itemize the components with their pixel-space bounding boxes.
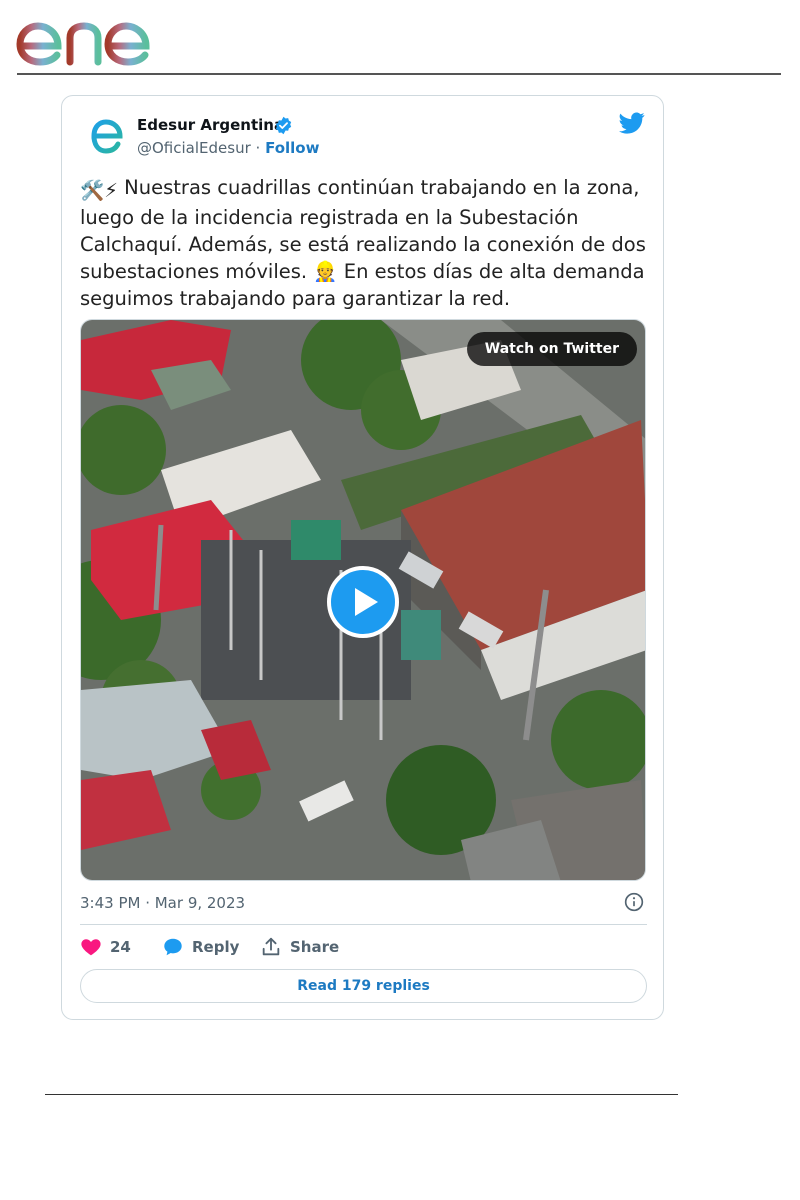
avatar[interactable] bbox=[84, 114, 128, 158]
share-button[interactable]: Share bbox=[260, 936, 339, 958]
tweet-card: Edesur Argentina @OficialEdesur · Follow… bbox=[61, 95, 664, 1020]
handle-separator: · bbox=[250, 139, 266, 157]
like-button[interactable]: 24 bbox=[80, 936, 131, 958]
tools-lightning-emoji: 🛠️⚡ bbox=[80, 179, 118, 202]
reply-bubble-icon bbox=[164, 938, 182, 956]
follow-link[interactable]: Follow bbox=[265, 139, 319, 157]
reply-label: Reply bbox=[192, 938, 240, 956]
share-icon bbox=[262, 937, 280, 956]
footer-divider bbox=[45, 1094, 678, 1095]
verified-icon bbox=[275, 116, 292, 135]
play-icon[interactable] bbox=[327, 566, 399, 638]
twitter-bird-icon[interactable] bbox=[619, 110, 645, 136]
tweet-text: 🛠️⚡ Nuestras cuadrillas continúan trabaj… bbox=[80, 174, 650, 312]
author-name[interactable]: Edesur Argentina bbox=[137, 116, 284, 134]
info-icon[interactable] bbox=[624, 892, 644, 912]
video-media[interactable]: Watch on Twitter bbox=[80, 319, 646, 881]
header-divider bbox=[17, 73, 781, 75]
read-replies-button[interactable]: Read 179 replies bbox=[80, 969, 647, 1003]
handle-line: @OficialEdesur · Follow bbox=[137, 139, 319, 157]
construction-worker-emoji: 👷 bbox=[313, 260, 338, 283]
enel-logo bbox=[16, 12, 168, 66]
watch-on-twitter-button[interactable]: Watch on Twitter bbox=[466, 332, 637, 366]
share-label: Share bbox=[290, 938, 340, 956]
reply-button[interactable]: Reply bbox=[162, 936, 239, 958]
heart-icon bbox=[81, 939, 101, 956]
tweet-timestamp[interactable]: 3:43 PM · Mar 9, 2023 bbox=[80, 894, 245, 912]
like-count: 24 bbox=[110, 938, 131, 956]
actions-divider bbox=[80, 924, 647, 925]
author-handle[interactable]: @OficialEdesur bbox=[137, 139, 251, 157]
